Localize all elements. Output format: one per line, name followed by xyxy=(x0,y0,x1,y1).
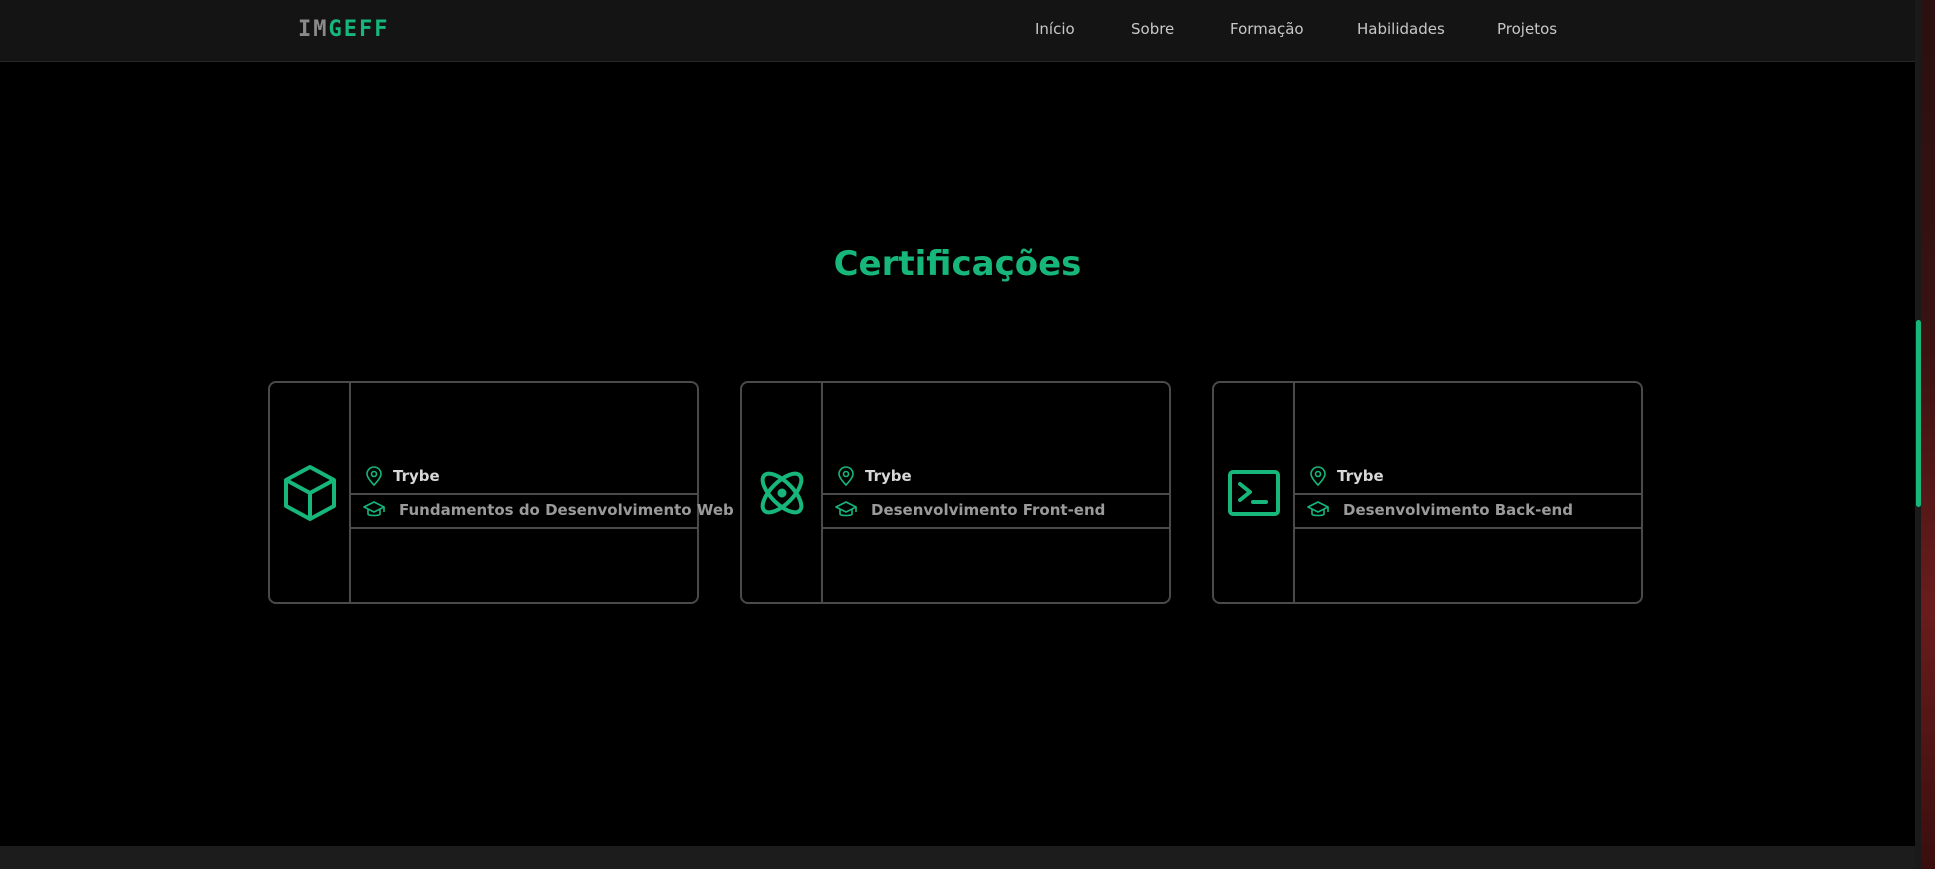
cube-icon xyxy=(283,464,336,521)
card-body: Trybe Desenvolvimento Back-end xyxy=(1295,383,1641,602)
institution-row: Trybe xyxy=(1295,459,1641,495)
certification-card: Trybe Fundamentos do Desenvolvimento Web xyxy=(268,381,734,604)
nav-item-inicio[interactable]: Início xyxy=(1035,20,1075,38)
terminal-icon xyxy=(1227,469,1280,516)
card-icon-cell xyxy=(270,383,351,602)
certification-card: Trybe Desenvolvimento Back-end xyxy=(1212,381,1643,604)
scrollbar[interactable] xyxy=(1915,0,1935,869)
certification-card: Trybe Desenvolvimento Front-end xyxy=(740,381,1171,604)
card-body: Trybe Fundamentos do Desenvolvimento Web xyxy=(351,383,734,602)
institution-name: Trybe xyxy=(865,467,912,485)
footer-strip xyxy=(0,846,1915,869)
course-row: Desenvolvimento Back-end xyxy=(1295,493,1641,529)
course-row: Desenvolvimento Front-end xyxy=(823,493,1169,529)
location-pin-icon xyxy=(363,465,385,487)
location-pin-icon xyxy=(1307,465,1329,487)
scrollbar-thumb[interactable] xyxy=(1916,320,1921,507)
logo[interactable]: IMGEFF xyxy=(298,17,389,42)
card-body: Trybe Desenvolvimento Front-end xyxy=(823,383,1169,602)
nav-item-sobre[interactable]: Sobre xyxy=(1131,20,1174,38)
course-name: Desenvolvimento Back-end xyxy=(1343,501,1573,519)
card-icon-cell xyxy=(1214,383,1295,602)
nav-item-habilidades[interactable]: Habilidades xyxy=(1357,20,1445,38)
location-pin-icon xyxy=(835,465,857,487)
course-name: Desenvolvimento Front-end xyxy=(871,501,1106,519)
course-name: Fundamentos do Desenvolvimento Web xyxy=(399,501,734,519)
institution-name: Trybe xyxy=(1337,467,1384,485)
nav-item-formacao[interactable]: Formação xyxy=(1230,20,1304,38)
logo-part-2: GEFF xyxy=(328,17,390,42)
site-header: IMGEFF Início Sobre Formação Habilidades… xyxy=(0,0,1915,62)
institution-row: Trybe xyxy=(351,459,697,495)
card-icon-cell xyxy=(742,383,823,602)
graduation-cap-icon xyxy=(1307,499,1329,521)
graduation-cap-icon xyxy=(835,499,857,521)
institution-row: Trybe xyxy=(823,459,1169,495)
section-title: Certificações xyxy=(833,244,1082,284)
course-row: Fundamentos do Desenvolvimento Web xyxy=(351,493,734,529)
graduation-cap-icon xyxy=(363,499,385,521)
atom-icon xyxy=(760,471,803,514)
nav-item-projetos[interactable]: Projetos xyxy=(1497,20,1557,38)
logo-part-1: IM xyxy=(298,17,329,42)
institution-name: Trybe xyxy=(393,467,440,485)
